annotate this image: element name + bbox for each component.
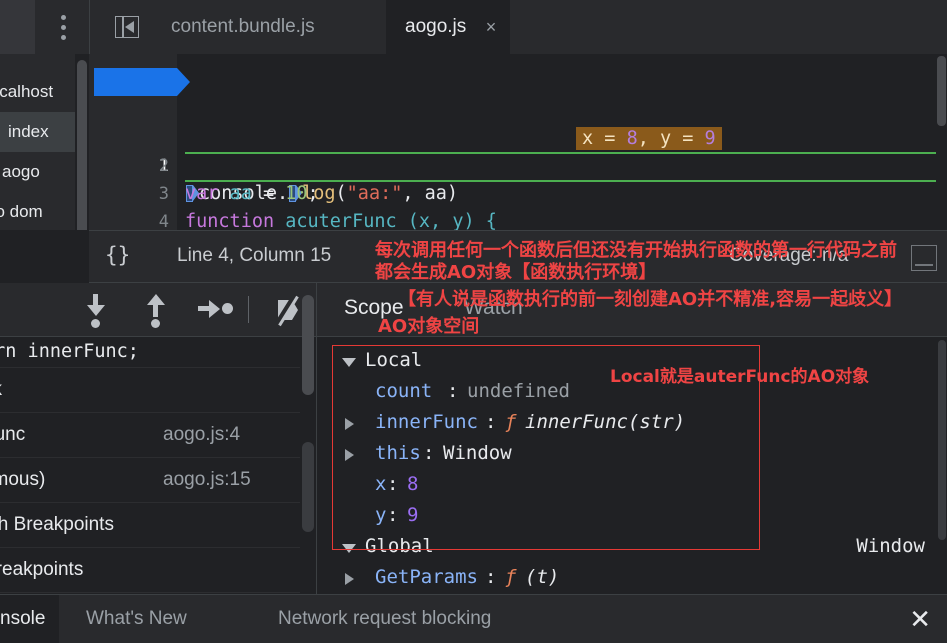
call-stack-header[interactable]: ck (0, 368, 330, 413)
frame-name: ymous) (0, 469, 46, 490)
frame-name: Func (0, 424, 26, 445)
inline-variable-values: x = 8, y = 9 (576, 127, 722, 150)
property-value: 8 (407, 473, 419, 495)
show-navigator-icon[interactable] (113, 14, 141, 40)
more-options-icon[interactable] (61, 15, 67, 41)
step-into-button[interactable] (68, 283, 120, 336)
code-line[interactable]: 5 function innerFunc (str) { (89, 180, 947, 208)
scope-watch-tabbar: Scope Watch (317, 283, 947, 337)
tab-console[interactable]: nsole (0, 595, 60, 643)
toolbar-divider (248, 296, 249, 323)
execution-line-highlight (94, 68, 190, 96)
code-line[interactable]: 6 console.log(count); (89, 208, 947, 230)
scope-prop-y[interactable]: y : 9 (317, 500, 947, 531)
status-bar-left-stub (0, 230, 89, 508)
function-glyph-icon: ƒ (505, 411, 517, 433)
frame-location: aogo.js:4 (163, 424, 241, 445)
property-name: innerFunc (375, 411, 478, 433)
editor-status-bar: {} Line 4, Column 15 Coverage: n/a (89, 230, 947, 283)
property-name: this (375, 442, 421, 464)
section-label: tch Breakpoints (0, 514, 114, 535)
scope-scrollbar[interactable] (937, 337, 947, 594)
scope-tree: Local count : undefined innerFunc : ƒ in… (317, 337, 947, 594)
close-drawer-icon[interactable]: ✕ (909, 595, 931, 643)
scope-section-local[interactable]: Local (317, 345, 947, 376)
xhr-breakpoints-section[interactable]: tch Breakpoints (0, 503, 330, 548)
property-value: innerFunc(str) (525, 411, 686, 433)
scope-section-label: Local (365, 349, 423, 371)
step-out-button[interactable] (128, 283, 180, 336)
chevron-right-icon[interactable] (345, 449, 354, 461)
scope-prop-innerfunc[interactable]: innerFunc : ƒ innerFunc(str) (317, 407, 947, 438)
editor-scrollbar[interactable] (936, 54, 947, 230)
deactivate-breakpoints-icon (275, 295, 305, 327)
frame-location: aogo.js:15 (163, 469, 251, 490)
call-stack-panel: urn innerFunc; ck Func aogo.js:4 ymous) ao… (0, 295, 330, 594)
call-stack-header-label: ck (0, 368, 2, 412)
cursor-position: Line 4, Column 15 (177, 245, 332, 266)
scope-section-global[interactable]: Global Window (317, 531, 947, 562)
chevron-down-icon[interactable] (342, 544, 356, 553)
scope-prop-getparams[interactable]: GetParams : ƒ (t) (317, 562, 947, 593)
function-glyph-icon: ƒ (505, 566, 517, 588)
call-stack-scroll-thumb-secondary[interactable] (302, 442, 314, 532)
property-value: (t) (525, 566, 560, 588)
tab-strip-divider (89, 0, 90, 54)
chevron-right-icon[interactable] (345, 418, 354, 430)
chevron-down-icon[interactable] (342, 358, 356, 367)
dock-to-bottom-icon[interactable] (911, 245, 937, 271)
pretty-print-icon[interactable]: {} (105, 243, 130, 267)
call-stack-scroll-thumb[interactable] (302, 295, 314, 395)
tab-aogo-js[interactable]: aogo.js × (386, 0, 511, 54)
chevron-right-icon[interactable] (345, 573, 354, 585)
property-name: count (375, 380, 433, 402)
property-name: y (375, 504, 387, 526)
tab-network-request-blocking[interactable]: Network request blocking (278, 595, 491, 643)
code-line[interactable]: 3 function acuterFunc (x, y) { (89, 124, 947, 230)
close-icon[interactable]: × (486, 0, 497, 54)
drawer-tabbar: nsole What's New Network request blockin… (0, 594, 947, 643)
inline-y-value: 9 (704, 128, 716, 149)
code-preview-line: urn innerFunc; (0, 337, 330, 368)
scope-prop-this[interactable]: this : Window (317, 438, 947, 469)
code-line[interactable]: 4 var count = 100; (89, 152, 947, 230)
tab-aogo-js-label: aogo.js (405, 16, 467, 37)
property-value: 9 (407, 504, 419, 526)
section-label: Breakpoints (0, 559, 84, 580)
inline-x-label: x = (582, 128, 627, 149)
coverage-status: Coverage: n/a (729, 245, 849, 266)
dom-breakpoints-section[interactable]: Breakpoints (0, 548, 330, 593)
scope-section-label: Global (365, 535, 434, 557)
tab-watch[interactable]: Watch (464, 296, 523, 320)
property-name: GetParams (375, 566, 478, 588)
property-value: undefined (467, 380, 570, 402)
step-button[interactable] (186, 283, 238, 336)
debugger-toolbar (0, 283, 362, 337)
call-stack-frame[interactable]: ymous) aogo.js:15 (0, 458, 330, 503)
call-stack-frame[interactable]: Func aogo.js:4 (0, 413, 330, 458)
tab-whats-new[interactable]: What's New (86, 595, 187, 643)
inline-x-value: 8 (626, 128, 638, 149)
property-value: Window (443, 442, 512, 464)
tab-scope[interactable]: Scope (344, 296, 404, 320)
code-editor[interactable]: 1 console. log("aa:", aa) 2 var aa = 10; … (89, 54, 947, 230)
tab-content-bundle-js[interactable]: content.bundle.js (152, 0, 334, 54)
tab-strip-gutter (0, 0, 35, 54)
scope-section-value: Window (856, 535, 925, 557)
code-line[interactable]: 1 console. log("aa:", aa) (89, 68, 947, 204)
code-preview-text: urn innerFunc; (0, 341, 139, 362)
inline-y-label: y = (659, 128, 705, 149)
file-tab-strip: content.bundle.js aogo.js × (0, 0, 947, 55)
code-line[interactable]: 2 var aa = 10; (89, 96, 947, 204)
scope-prop-count[interactable]: count : undefined (317, 376, 947, 407)
scope-prop-x[interactable]: x : 8 (317, 469, 947, 500)
property-name: x (375, 473, 387, 495)
